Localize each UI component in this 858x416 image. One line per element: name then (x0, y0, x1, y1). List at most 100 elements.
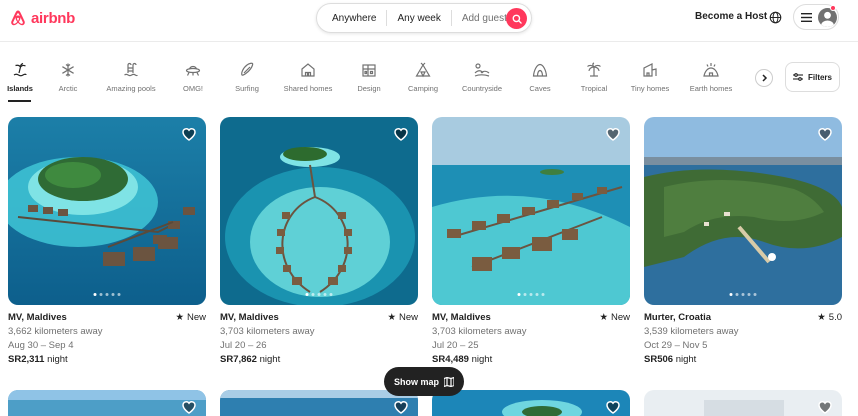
listing-dates: Aug 30 – Sep 4 (8, 340, 74, 351)
category-surfing[interactable]: Surfing (228, 62, 266, 104)
carousel-dot (741, 293, 745, 296)
show-map-button[interactable]: Show map (384, 367, 464, 396)
carousel-dots (517, 293, 545, 296)
snowflake-icon (62, 63, 74, 77)
price-unit: night (471, 354, 493, 365)
brand-name: airbnb (31, 9, 76, 27)
star-icon: ★ (387, 312, 396, 323)
listing-info: Murter, Croatia ★ 5.0 3,539 kilometers aw… (644, 311, 842, 367)
airbnb-logo[interactable]: airbnb (8, 8, 75, 28)
carousel-dot (105, 293, 109, 296)
filters-button[interactable]: Filters (785, 62, 840, 92)
carousel-dots (305, 293, 333, 296)
filters-label: Filters (807, 72, 832, 82)
listing-image (220, 117, 418, 305)
filters-icon (792, 73, 803, 81)
price-amount: SR7,862 (220, 354, 257, 365)
listing-photo[interactable] (644, 390, 842, 416)
pool-icon (124, 62, 138, 77)
category-countryside[interactable]: Countryside (458, 62, 506, 104)
category-shared-homes[interactable]: Shared homes (280, 62, 336, 104)
price-unit: night (47, 354, 68, 365)
category-tropical[interactable]: Tropical (575, 62, 613, 104)
globe-icon[interactable] (769, 11, 782, 24)
listing-photo[interactable] (432, 390, 630, 416)
carousel-dots (729, 293, 757, 296)
listing-photo[interactable] (220, 117, 418, 305)
category-amazing-pools[interactable]: Amazing pools (100, 62, 162, 104)
heart-icon[interactable] (393, 399, 409, 415)
heart-icon[interactable] (817, 126, 833, 142)
listing-photo[interactable] (432, 117, 630, 305)
star-icon: ★ (175, 312, 184, 323)
heart-icon[interactable] (605, 126, 621, 142)
listing-image (432, 117, 630, 305)
category-label: Islands (7, 84, 33, 93)
heart-icon[interactable] (181, 126, 197, 142)
carousel-dot (323, 293, 327, 296)
carousel-dot (117, 293, 121, 296)
carousel-dot (305, 293, 309, 296)
categories-next-button[interactable] (755, 69, 773, 87)
carousel-dot (99, 293, 103, 296)
listing-dates: Jul 20 – 25 (432, 340, 479, 351)
search-button[interactable] (506, 8, 527, 29)
listing-photo[interactable] (644, 117, 842, 305)
category-label: Surfing (235, 84, 259, 93)
category-tiny-homes[interactable]: Tiny homes (627, 62, 673, 104)
carousel-dot (523, 293, 527, 296)
search-week-button[interactable]: Any week (387, 13, 450, 24)
category-camping[interactable]: Camping (403, 62, 443, 104)
category-earth-homes[interactable]: Earth homes (686, 62, 736, 104)
listing-distance: 3,662 kilometers away (8, 326, 103, 337)
heart-icon[interactable] (605, 399, 621, 415)
listing-image (432, 390, 630, 416)
listing-card[interactable]: MV, Maldives ★ New 3,703 kilometers away … (432, 117, 630, 367)
listing-distance: 3,703 kilometers away (432, 326, 527, 337)
listing-photo[interactable] (8, 117, 206, 305)
become-host-link[interactable]: Become a Host (695, 11, 767, 22)
carousel-dot (535, 293, 539, 296)
carousel-dot (317, 293, 321, 296)
listing-rating: ★ New (599, 311, 630, 325)
top-header: airbnb Anywhere Any week Add guests Beco… (0, 0, 858, 42)
listing-rating: ★ New (175, 311, 206, 325)
carousel-dot (747, 293, 751, 296)
category-islands[interactable]: Islands (3, 62, 37, 104)
listing-card[interactable]: Murter, Croatia ★ 5.0 3,539 kilometers aw… (644, 117, 842, 367)
cave-icon (532, 63, 548, 77)
heart-icon[interactable] (817, 399, 833, 415)
category-arctic[interactable]: Arctic (49, 62, 87, 104)
carousel-dot (541, 293, 545, 296)
listing-distance: 3,703 kilometers away (220, 326, 315, 337)
listing-dates: Jul 20 – 26 (220, 340, 267, 351)
listing-title: Murter, Croatia (644, 312, 712, 323)
star-icon: ★ (817, 312, 826, 323)
listing-dates: Oct 29 – Nov 5 (644, 340, 708, 351)
carousel-dot (753, 293, 757, 296)
listing-distance: 3,539 kilometers away (644, 326, 739, 337)
listing-info: MV, Maldives ★ New 3,703 kilometers away … (432, 311, 630, 367)
heart-icon[interactable] (393, 126, 409, 142)
search-bar[interactable]: Anywhere Any week Add guests (316, 3, 532, 33)
tiny-home-icon (643, 63, 657, 77)
category-label: Tropical (580, 84, 608, 93)
carousel-dot (311, 293, 315, 296)
listing-rating: ★ New (387, 311, 418, 325)
listing-card[interactable]: MV, Maldives ★ New 3,662 kilometers away … (8, 117, 206, 367)
category-design[interactable]: Design (352, 62, 386, 104)
category-label: Earth homes (689, 84, 733, 93)
rating-value: New (398, 312, 418, 323)
listing-photo[interactable] (8, 390, 206, 416)
listing-image (8, 117, 206, 305)
listing-card[interactable]: MV, Maldives ★ New 3,703 kilometers away … (220, 117, 418, 367)
heart-icon[interactable] (181, 399, 197, 415)
palm-tree-icon (587, 62, 601, 77)
category-omg[interactable]: OMG! (175, 62, 211, 104)
category-label: Design (357, 84, 381, 93)
listing-photo[interactable] (220, 390, 418, 416)
carousel-dot (729, 293, 733, 296)
category-caves[interactable]: Caves (523, 62, 557, 104)
earth-home-icon (703, 63, 719, 77)
search-anywhere-button[interactable]: Anywhere (317, 13, 386, 24)
